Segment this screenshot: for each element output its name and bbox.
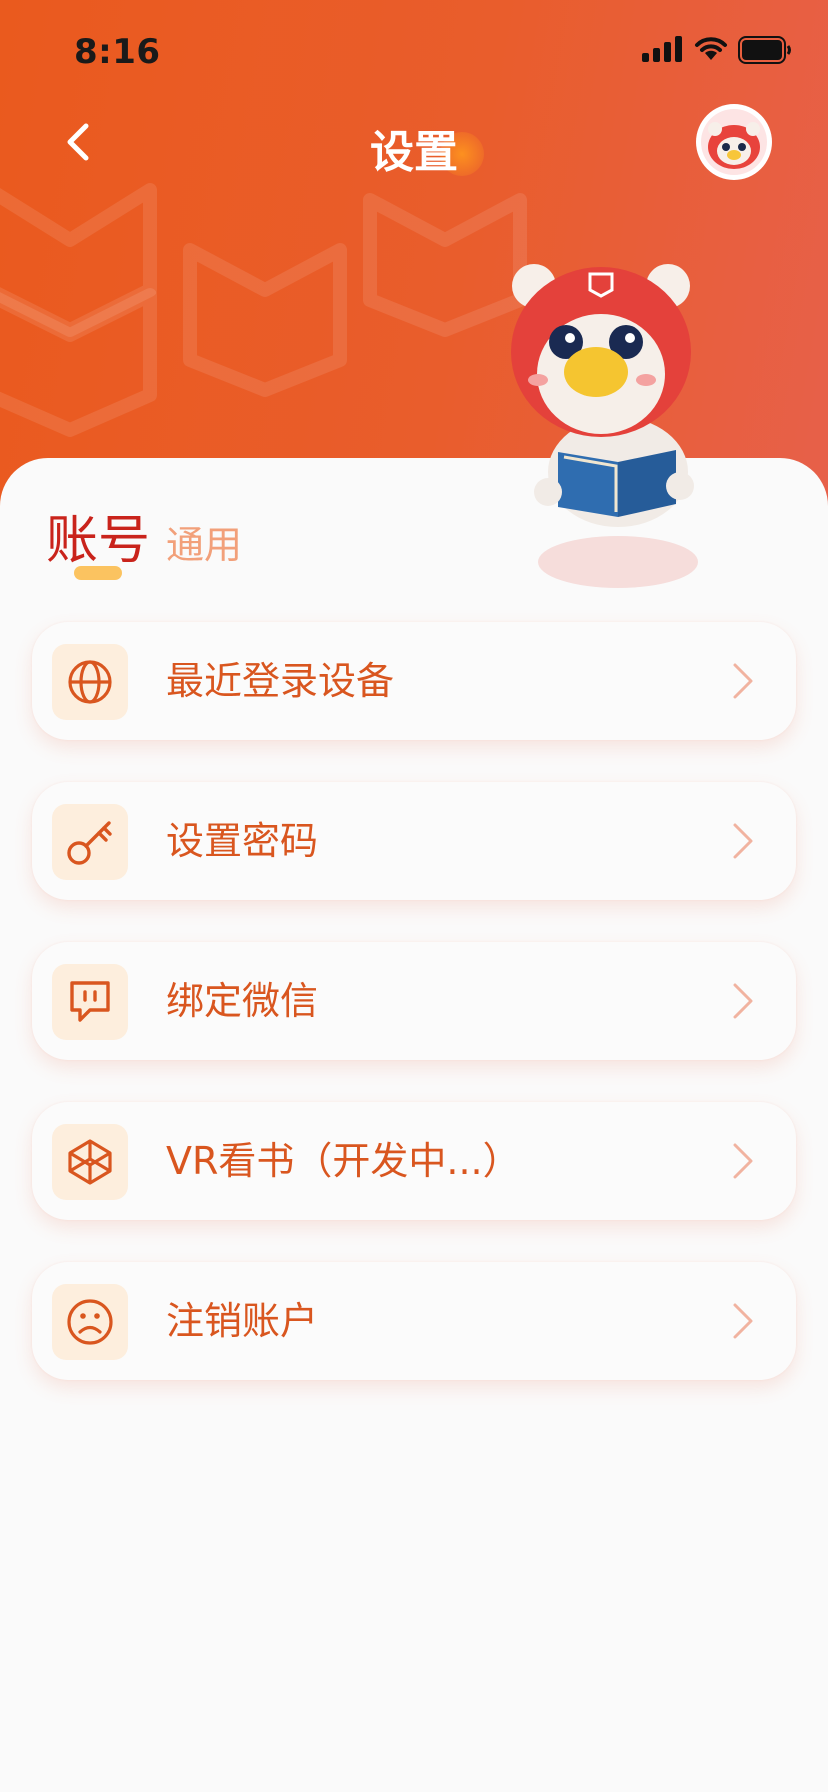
book-pattern-decoration: [0, 183, 527, 437]
status-bar: 8:16: [0, 0, 828, 100]
menu-item-delete-account[interactable]: 注销账户: [32, 1262, 796, 1380]
status-icons: [642, 36, 792, 66]
menu-icon-container: [52, 644, 128, 720]
chevron-right-icon: [733, 663, 753, 699]
active-tab-indicator: [74, 566, 122, 580]
menu-icon-container: [52, 804, 128, 880]
menu-label: 注销账户: [166, 1299, 319, 1343]
cube-icon: [68, 1139, 112, 1185]
menu-item-bind-wechat[interactable]: 绑定微信: [32, 942, 796, 1060]
wifi-icon: [695, 37, 727, 60]
menu-label: 最近登录设备: [166, 659, 395, 703]
globe-icon: [68, 660, 112, 704]
tab-account[interactable]: 账号: [46, 498, 150, 573]
avatar[interactable]: [696, 104, 772, 180]
chat-bubble-icon: [70, 981, 110, 1022]
chevron-right-icon: [733, 1303, 753, 1339]
chevron-right-icon: [733, 983, 753, 1019]
menu-icon-container: [52, 1284, 128, 1360]
menu-item-recent-devices[interactable]: 最近登录设备: [32, 622, 796, 740]
menu-label: VR看书（开发中...）: [166, 1139, 521, 1183]
menu-label: 设置密码: [166, 819, 319, 863]
menu-icon-container: [52, 964, 128, 1040]
chevron-right-icon: [733, 823, 753, 859]
mascot-reading-illustration: [511, 264, 698, 588]
menu-label: 绑定微信: [166, 979, 319, 1023]
mascot-avatar-icon: [701, 109, 767, 175]
chevron-right-icon: [733, 1143, 753, 1179]
status-time: 8:16: [74, 32, 161, 72]
menu-icon-container: [52, 1124, 128, 1200]
key-icon: [67, 821, 112, 865]
battery-icon: [738, 36, 791, 64]
tab-general[interactable]: 通用: [166, 514, 242, 569]
sad-face-icon: [67, 1299, 113, 1345]
menu-item-vr-reading[interactable]: VR看书（开发中...）: [32, 1102, 796, 1220]
signal-icon: [642, 36, 682, 62]
menu-item-set-password[interactable]: 设置密码: [32, 782, 796, 900]
